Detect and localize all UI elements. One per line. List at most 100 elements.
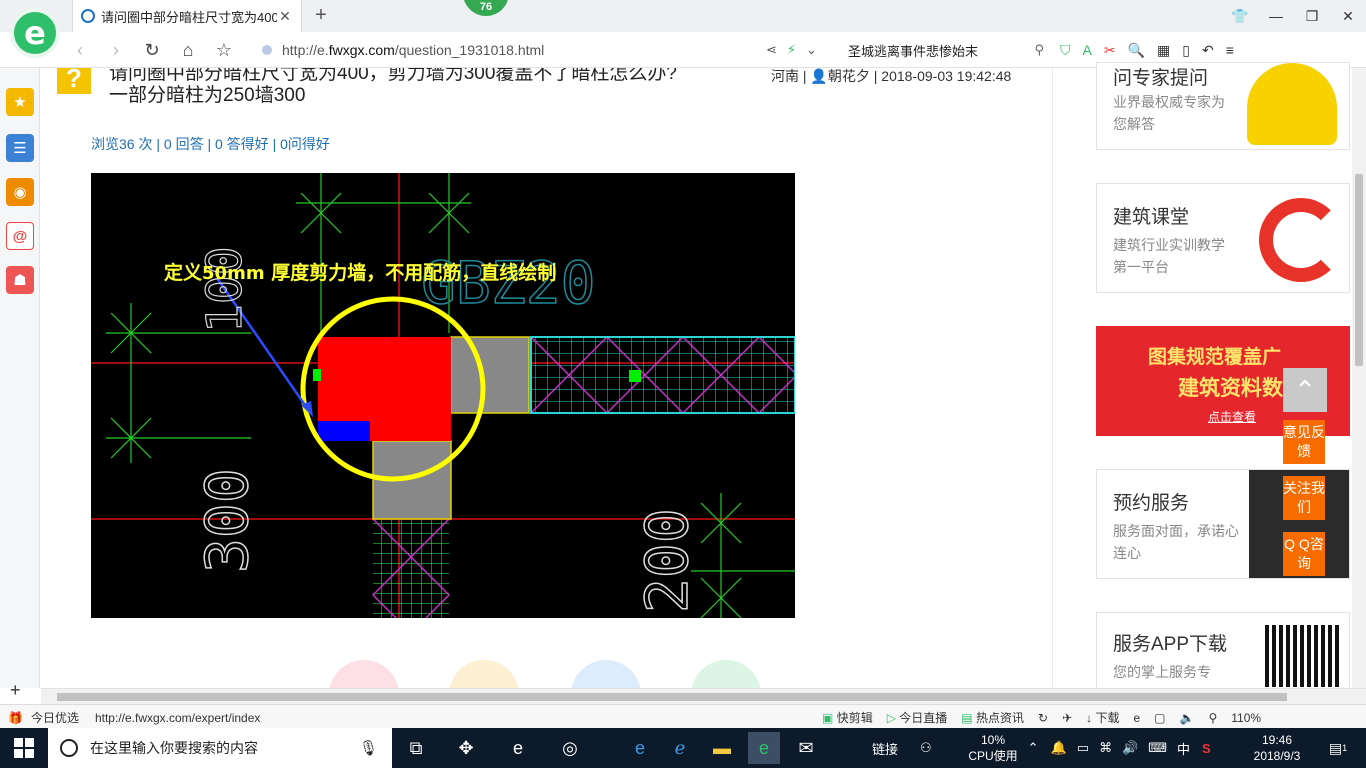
question-title-line2: 一部分暗柱为250墙300 (109, 85, 306, 106)
bell-icon[interactable]: 🔔 (1051, 740, 1067, 756)
minimize-button[interactable]: — (1258, 0, 1294, 32)
tray-link[interactable]: 链接 (872, 739, 898, 758)
email-icon[interactable]: @ (6, 222, 34, 250)
refresh-button[interactable]: ↻ (140, 38, 164, 62)
tab-title: 请问圈中部分暗柱尺寸宽为400... (101, 9, 277, 25)
news-list-icon[interactable]: ☰ (6, 134, 34, 162)
good-questions-count: 0问得好 (280, 136, 330, 152)
forward-button[interactable]: › (104, 38, 128, 62)
action-center-button[interactable]: ▤ 1 (1322, 732, 1354, 764)
volume-icon[interactable]: 🔈 (1180, 711, 1195, 725)
chevron-up-icon[interactable]: ⌃ (1028, 740, 1039, 756)
browser-tab[interactable]: 请问圈中部分暗柱尺寸宽为400... ✕ (72, 0, 302, 32)
share-icon[interactable]: ⋖ (766, 42, 777, 58)
answers-count[interactable]: 0 回答 (164, 136, 204, 152)
author[interactable]: 朝花夕 (828, 68, 870, 84)
sogou-icon[interactable]: S (1202, 741, 1211, 756)
people-icon[interactable]: ⚇ (920, 740, 932, 756)
close-window-button[interactable]: ✕ (1330, 0, 1366, 32)
internet-explorer-icon[interactable]: ℯ (664, 732, 696, 764)
today-picks[interactable]: 今日优选 (31, 709, 79, 726)
windows-start-button[interactable] (14, 738, 34, 758)
chevron-down-icon[interactable]: ⌄ (806, 42, 817, 58)
annotation-prefix: 定义 (164, 261, 202, 284)
vertical-scrollbar[interactable] (1352, 68, 1366, 688)
system-clock[interactable]: 19:46 2018/9/3 (1246, 732, 1308, 764)
battery-icon[interactable]: ▭ (1077, 740, 1089, 756)
live-today[interactable]: ▷ 今日直播 (887, 709, 948, 726)
ime-indicator[interactable]: 中 (1177, 739, 1190, 758)
speaker-icon[interactable]: 🔊 (1122, 740, 1138, 756)
classroom-card[interactable]: 建筑课堂 建筑行业实训教学第一平台 (1096, 183, 1350, 293)
browser-app-icon[interactable]: ◎ (554, 732, 586, 764)
taskbar-search-input[interactable]: 在这里输入你要搜索的内容 🎙 (48, 728, 392, 768)
favorites-star-icon[interactable]: ★ (6, 88, 34, 116)
restore-button[interactable]: ❐ (1294, 0, 1330, 32)
window-icon[interactable]: ▢ (1154, 711, 1165, 725)
refresh-status-icon[interactable]: ↻ (1038, 711, 1048, 725)
active-browser-icon[interactable]: e (748, 732, 780, 764)
horizontal-scroll-thumb[interactable] (57, 693, 1287, 701)
like-button[interactable] (329, 660, 399, 688)
site-info-icon[interactable] (262, 45, 272, 55)
vertical-scroll-thumb[interactable] (1355, 174, 1363, 366)
back-button[interactable]: ‹ (68, 38, 92, 62)
close-tab-icon[interactable]: ✕ (277, 8, 293, 25)
meta-separator: | (873, 68, 878, 84)
favorite-star-button[interactable]: ☆ (212, 38, 236, 62)
banner-link[interactable]: 点击查看 (1208, 408, 1256, 425)
clock-date: 2018/9/3 (1253, 749, 1301, 763)
status-bar: 🎁 今日优选 http://e.fwxgx.com/expert/index ▣… (0, 704, 1366, 728)
keyboard-icon[interactable]: ⌨ (1148, 740, 1167, 756)
expert-card[interactable]: 问专家提问 业界最权威专家为您解答 (1096, 62, 1350, 150)
home-button[interactable]: ⌂ (176, 38, 200, 62)
qq-consult-button[interactable]: Q Q咨询 (1283, 532, 1325, 576)
game-icon[interactable]: ☗ (6, 266, 34, 294)
browser-logo[interactable]: e (10, 8, 60, 58)
search-input[interactable]: 圣城逃离事件悲惨始末 ⚲ (848, 36, 1044, 64)
pinwheel-app-icon[interactable]: ✥ (450, 732, 482, 764)
microphone-icon[interactable]: 🎙 (359, 739, 378, 757)
network-icon[interactable]: ⌘ (1099, 740, 1112, 756)
search-icon[interactable]: ⚲ (1034, 42, 1044, 58)
undo-icon[interactable]: ↶ (1202, 42, 1214, 59)
lightning-icon[interactable]: ⚡ (787, 42, 796, 58)
shirt-icon[interactable]: 👕 (1222, 0, 1258, 32)
apps-icon[interactable]: ▦ (1157, 42, 1170, 59)
zoom-level[interactable]: 110% (1231, 711, 1261, 725)
follow-button[interactable]: 关注我们 (1283, 476, 1325, 520)
ie-mode-icon[interactable]: e (1133, 711, 1140, 725)
mail-app-icon[interactable]: ✉ (790, 732, 822, 764)
weibo-icon[interactable]: ◉ (6, 178, 34, 206)
back-to-top-button[interactable]: ⌃ (1283, 368, 1327, 412)
download[interactable]: ↓ 下载 (1086, 709, 1119, 726)
edit-answer-button[interactable] (571, 660, 641, 688)
feedback-button[interactable]: 意见反馈 (1283, 420, 1325, 464)
shield-icon[interactable]: ⛉ (1060, 42, 1071, 59)
zoom-icon[interactable]: ⚲ (1208, 711, 1217, 725)
scissors-icon[interactable]: ✂ (1104, 42, 1116, 59)
magnifier-icon[interactable]: 🔍 (1128, 42, 1145, 59)
file-explorer-icon[interactable]: ▬ (706, 732, 738, 764)
share-button[interactable] (691, 660, 761, 688)
meta-separator: | (802, 68, 807, 84)
taskbar-search-placeholder: 在这里输入你要搜索的内容 (90, 740, 258, 756)
url-domain: fwxgx.com (328, 42, 395, 58)
url-field[interactable]: http://e. fwxgx.com/question_1931018.html (262, 38, 762, 62)
collect-button[interactable] (449, 660, 519, 688)
pin-icon[interactable]: ✈ (1062, 711, 1072, 725)
translate-icon[interactable]: A (1083, 42, 1092, 58)
notification-icon: ▤ (1328, 739, 1343, 756)
task-view-icon[interactable]: ⧉ (400, 732, 432, 764)
quick-clip[interactable]: ▣ 快剪辑 (822, 709, 873, 726)
new-tab-button[interactable]: + (310, 4, 332, 26)
hot-news[interactable]: ▤ 热点资讯 (961, 709, 1024, 726)
reader-icon[interactable]: ▯ (1182, 42, 1190, 59)
horizontal-scrollbar[interactable] (41, 688, 1366, 704)
menu-icon[interactable]: ≡ (1226, 42, 1234, 58)
edge-browser-icon[interactable]: e (624, 732, 656, 764)
dimension-100: 100 (197, 246, 253, 333)
add-sidebar-icon[interactable]: + (10, 680, 21, 701)
notification-badge[interactable]: 76 (463, 0, 509, 16)
edge-app-icon[interactable]: e (502, 732, 534, 764)
